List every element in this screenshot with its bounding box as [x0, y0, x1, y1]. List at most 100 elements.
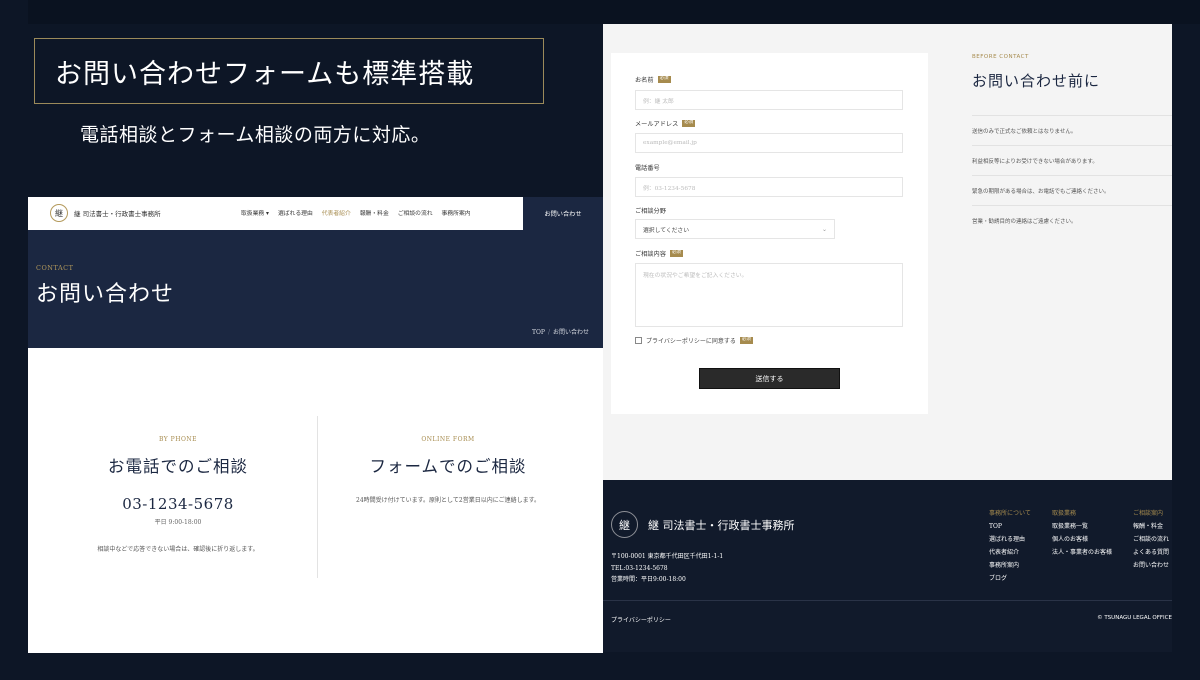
phone-note: 相談中などで応答できない場合は、確認後に折り返します。 — [97, 546, 259, 553]
nav-link-flow[interactable]: ご相談の流れ — [398, 208, 433, 217]
list-item: 利益相反等によりお受けできない場合があります。 — [972, 145, 1172, 175]
footer-office-name: 継 司法書士・行政書士事務所 — [648, 519, 795, 532]
right-edge-strip — [1172, 24, 1200, 480]
footer-link[interactable]: 取扱業務一覧 — [1052, 520, 1112, 533]
site-nav: 継 継 司法書士・行政書士事務所 取扱業務 ▾ 選ばれる理由 代表者紹介 報酬・… — [28, 197, 603, 230]
promo-headline-box: お問い合わせフォームも標準搭載 — [34, 38, 544, 104]
site-footer: 継 継 司法書士・行政書士事務所 〒100-0001 東京都千代田区千代田1-1… — [603, 480, 1172, 652]
email-label: メールアドレス 必須 — [635, 119, 696, 128]
phone-field[interactable]: 例：03-1234-5678 — [635, 177, 903, 197]
footer-col-guide: ご相談案内 報酬・料金 ご相談の流れ よくある質問 お問い合わせ — [1133, 507, 1169, 572]
name-field[interactable]: 例：継 太郎 — [635, 90, 903, 110]
footer-address: 〒100-0001 東京都千代田区千代田1-1-1 TEL:03-1234-56… — [611, 551, 723, 586]
breadcrumb-top[interactable]: TOP — [532, 329, 545, 336]
footer-link[interactable]: ブログ — [989, 572, 1031, 585]
phone-number[interactable]: 03-1234-5678 — [68, 495, 288, 513]
contact-form-screenshot: お名前 必須 例：継 太郎 メールアドレス 必須 example@email.j… — [603, 24, 1200, 480]
footer-privacy-link[interactable]: プライバシーポリシー — [611, 615, 671, 624]
office-name[interactable]: 継 司法書士・行政書士事務所 — [74, 208, 161, 218]
message-label: ご相談内容 必須 — [635, 249, 683, 258]
before-contact-title: お問い合わせ前に — [972, 72, 1101, 90]
form-note: 24時間受け付けています。原則として2営業日以内にご連絡します。 — [356, 497, 540, 504]
footer-hours-line: 営業時間：平日9:00-18:00 — [611, 576, 686, 583]
phone-hours: 平日 9:00-18:00 — [154, 519, 202, 526]
footer-link[interactable]: TOP — [989, 520, 1031, 533]
footer-copyright: © TSUNAGU LEGAL OFFICE — [1097, 615, 1172, 621]
contact-page-screenshot: 継 継 司法書士・行政書士事務所 取扱業務 ▾ 選ばれる理由 代表者紹介 報酬・… — [28, 197, 603, 653]
email-field[interactable]: example@email.jp — [635, 133, 903, 153]
footer-col-about: 事務所について TOP 選ばれる理由 代表者紹介 事務所案内 ブログ — [989, 507, 1031, 585]
category-select-value: 選択してください — [643, 227, 690, 234]
nav-link-fees[interactable]: 報酬・料金 — [360, 208, 389, 217]
privacy-checkbox[interactable] — [635, 337, 642, 344]
hero-eyebrow: CONTACT — [36, 264, 74, 272]
page-hero: CONTACT お問い合わせ TOP / お問い合わせ — [28, 230, 603, 348]
footer-link[interactable]: 事務所案内 — [989, 559, 1031, 572]
footer-link[interactable]: よくある質問 — [1133, 546, 1169, 559]
message-field[interactable]: 現在の状況やご希望をご記入ください。 — [635, 263, 903, 327]
breadcrumb-current: お問い合わせ — [552, 329, 589, 336]
submit-button[interactable]: 送信する — [699, 368, 840, 389]
privacy-consent: プライバシーポリシーに同意する 必須 — [635, 336, 753, 345]
breadcrumb-separator: / — [547, 329, 550, 336]
footer-col-services: 取扱業務 取扱業務一覧 個人のお客様 法人・事業者のお客様 — [1052, 507, 1112, 559]
footer-link[interactable]: ご相談の流れ — [1133, 533, 1169, 546]
footer-link[interactable]: 報酬・料金 — [1133, 520, 1169, 533]
category-label: ご相談分野 — [635, 206, 666, 215]
form-title: フォームでのご相談 — [369, 457, 527, 476]
footer-link[interactable]: 法人・事業者のお客様 — [1052, 546, 1112, 559]
breadcrumb: TOP / お問い合わせ — [532, 327, 589, 336]
list-item: 緊急の期限がある場合は、お電話でもご連絡ください。 — [972, 175, 1172, 205]
form-eyebrow: ONLINE FORM — [421, 436, 475, 443]
nav-link-representative[interactable]: 代表者紹介 — [322, 208, 351, 217]
required-badge: 必須 — [682, 120, 696, 127]
before-contact-panel: BEFORE CONTACT お問い合わせ前に 送信のみで正式なご依頼とはなりま… — [972, 54, 1172, 235]
promo-headline: お問い合わせフォームも標準搭載 — [55, 58, 475, 90]
footer-col-heading: ご相談案内 — [1133, 510, 1164, 517]
message-label-text: ご相談内容 — [635, 251, 666, 258]
category-select[interactable]: 選択してください ⌄ — [635, 219, 835, 239]
footer-link[interactable]: 個人のお客様 — [1052, 533, 1112, 546]
footer-link[interactable]: お問い合わせ — [1133, 559, 1169, 572]
nav-link-reasons[interactable]: 選ばれる理由 — [278, 208, 313, 217]
phone-eyebrow: BY PHONE — [159, 436, 197, 443]
contact-form: お名前 必須 例：継 太郎 メールアドレス 必須 example@email.j… — [611, 53, 928, 414]
column-divider — [317, 416, 318, 578]
name-label: お名前 必須 — [635, 75, 671, 84]
nav-contact-button[interactable]: お問い合わせ — [523, 197, 603, 230]
name-label-text: お名前 — [635, 77, 654, 84]
footer-address-line: 〒100-0001 東京都千代田区千代田1-1-1 — [611, 553, 724, 560]
footer-logo-icon[interactable]: 継 — [611, 511, 638, 538]
before-contact-list: 送信のみで正式なご依頼とはなりません。 利益相反等によりお受けできない場合があり… — [972, 115, 1172, 235]
privacy-consent-label[interactable]: プライバシーポリシーに同意する — [646, 336, 736, 345]
nav-link-office[interactable]: 事務所案内 — [442, 208, 471, 217]
category-label-text: ご相談分野 — [635, 208, 666, 215]
required-badge: 必須 — [739, 337, 753, 344]
nav-link-services[interactable]: 取扱業務 ▾ — [241, 208, 269, 217]
page-title: お問い合わせ — [36, 282, 175, 307]
phone-label: 電話番号 — [635, 163, 660, 172]
list-item: 営業・勧誘目的の連絡はご遠慮ください。 — [972, 205, 1172, 235]
form-consultation: ONLINE FORM フォームでのご相談 24時間受け付けています。原則として… — [328, 436, 568, 504]
contact-methods: BY PHONE お電話でのご相談 03-1234-5678 平日 9:00-1… — [28, 348, 603, 653]
logo-mark-icon[interactable]: 継 — [50, 204, 68, 222]
footer-link[interactable]: 選ばれる理由 — [989, 533, 1031, 546]
footer-col-heading: 取扱業務 — [1052, 510, 1077, 517]
chevron-down-icon: ⌄ — [821, 225, 827, 233]
promo-canvas: お問い合わせフォームも標準搭載 電話相談とフォーム相談の両方に対応。 継 継 司… — [0, 0, 1200, 680]
footer-link[interactable]: 代表者紹介 — [989, 546, 1031, 559]
nav-links: 取扱業務 ▾ 選ばれる理由 代表者紹介 報酬・料金 ご相談の流れ 事務所案内 — [241, 208, 471, 217]
list-item: 送信のみで正式なご依頼とはなりません。 — [972, 115, 1172, 145]
phone-title: お電話でのご相談 — [108, 457, 248, 476]
top-strip — [28, 0, 1200, 24]
phone-label-text: 電話番号 — [635, 165, 660, 172]
footer-divider — [603, 600, 1172, 601]
before-contact-eyebrow: BEFORE CONTACT — [972, 54, 1029, 60]
required-badge: 必須 — [669, 250, 683, 257]
required-badge: 必須 — [657, 76, 671, 83]
phone-consultation: BY PHONE お電話でのご相談 03-1234-5678 平日 9:00-1… — [68, 436, 288, 553]
footer-col-heading: 事務所について — [989, 510, 1031, 517]
promo-subline: 電話相談とフォーム相談の両方に対応。 — [80, 124, 431, 146]
email-label-text: メールアドレス — [635, 121, 679, 128]
footer-phone-line: TEL:03-1234-5678 — [611, 564, 668, 572]
